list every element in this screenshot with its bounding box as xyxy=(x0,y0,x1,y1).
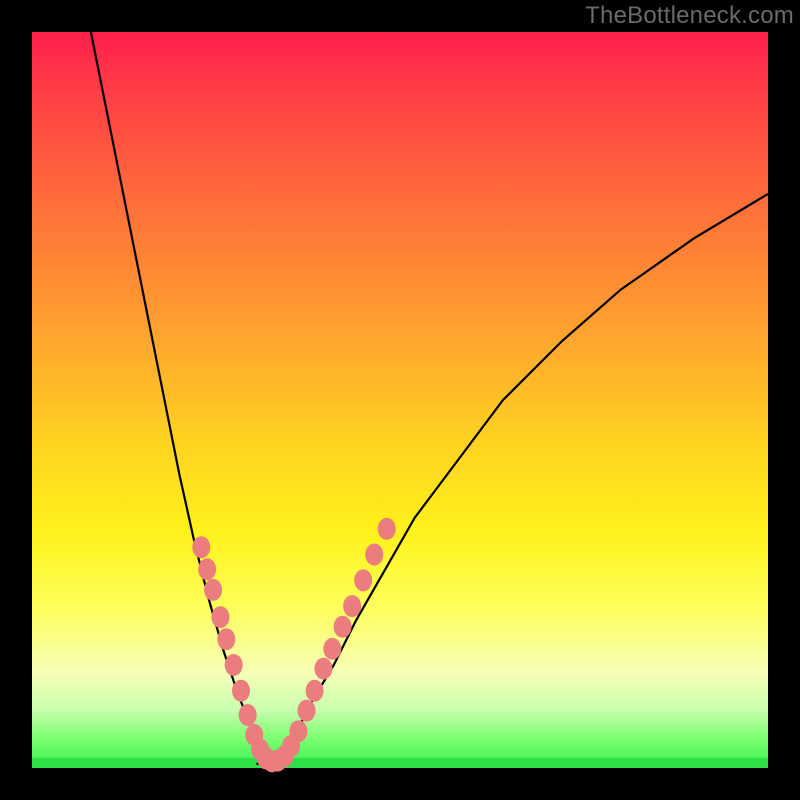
plot-area xyxy=(32,32,768,768)
chart-svg xyxy=(32,32,768,768)
data-dot xyxy=(232,680,250,702)
dots-layer xyxy=(192,518,395,773)
data-dot xyxy=(354,569,372,591)
data-dot xyxy=(192,536,210,558)
data-dot xyxy=(306,680,324,702)
data-dot xyxy=(211,606,229,628)
data-dot xyxy=(217,628,235,650)
data-dot xyxy=(298,700,316,722)
lines-layer xyxy=(91,32,768,766)
data-dot xyxy=(225,654,243,676)
left-branch-line xyxy=(91,32,271,764)
data-dot xyxy=(378,518,396,540)
data-dot xyxy=(323,638,341,660)
data-dot xyxy=(198,558,216,580)
data-dot xyxy=(239,704,257,726)
data-dot xyxy=(365,544,383,566)
data-dot xyxy=(343,595,361,617)
watermark-label: TheBottleneck.com xyxy=(585,2,794,30)
data-dot xyxy=(314,658,332,680)
right-branch-line xyxy=(271,194,768,764)
chart-frame: TheBottleneck.com xyxy=(0,0,800,800)
data-dot xyxy=(334,616,352,638)
data-dot xyxy=(204,579,222,601)
data-dot xyxy=(289,720,307,742)
